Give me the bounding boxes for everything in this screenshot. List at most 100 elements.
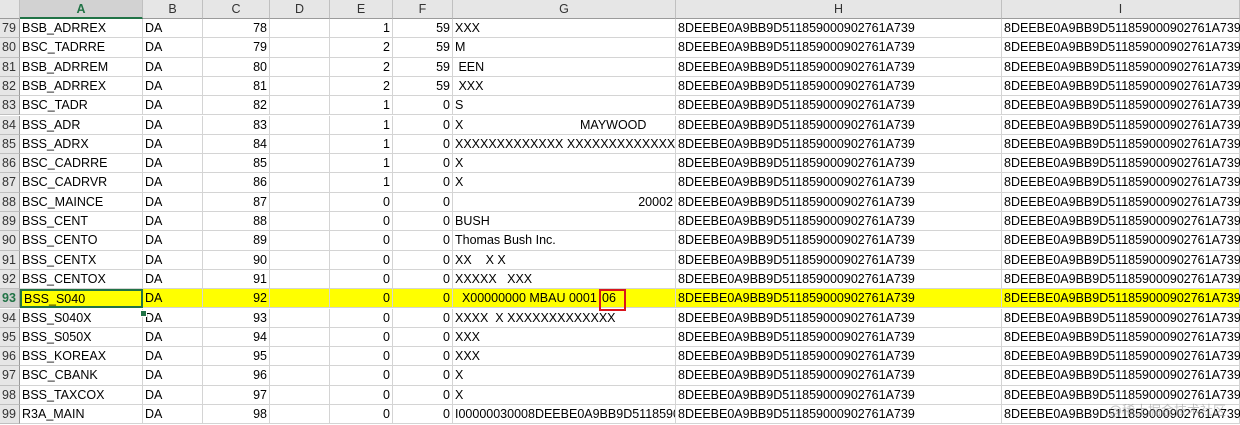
cell-d[interactable] — [270, 308, 330, 328]
cell-d[interactable] — [270, 154, 330, 174]
cell-g[interactable]: XXX — [453, 19, 676, 39]
cell-g[interactable]: X MAYWOOD — [453, 115, 676, 135]
cell-h[interactable]: 8DEEBE0A9BB9D511859000902761A739 — [676, 212, 1002, 232]
cell-i[interactable]: 8DEEBE0A9BB9D511859000902761A739 — [1002, 269, 1240, 290]
cell-g[interactable]: XXXX X XXXXXXXXXXXXX — [453, 308, 676, 328]
column-header-e[interactable]: E — [330, 0, 393, 19]
column-header-h[interactable]: H — [676, 0, 1002, 19]
cell-g[interactable]: S — [453, 96, 676, 116]
cell-a[interactable]: BSS_S040X — [20, 308, 143, 328]
cell-f[interactable]: 0 — [393, 308, 453, 328]
cell-i[interactable]: 8DEEBE0A9BB9D511859000902761A739 — [1002, 154, 1240, 174]
cell-c[interactable]: 79 — [203, 38, 270, 58]
cell-f[interactable]: 0 — [393, 366, 453, 386]
cell-g[interactable]: 20002 — [453, 192, 676, 212]
cell-a[interactable]: BSB_ADRREX — [20, 76, 143, 97]
row-header[interactable]: 93 — [0, 289, 20, 309]
cell-d[interactable] — [270, 57, 330, 77]
cell-f[interactable]: 0 — [393, 154, 453, 174]
cell-a[interactable]: BSS_S050X — [20, 327, 143, 348]
cell-i[interactable]: 8DEEBE0A9BB9D511859000902761A739 — [1002, 173, 1240, 193]
cell-e[interactable]: 1 — [330, 96, 393, 116]
cell-f[interactable]: 0 — [393, 327, 453, 348]
cell-a[interactable]: BSB_ADRREM — [20, 57, 143, 77]
cell-d[interactable] — [270, 115, 330, 135]
cell-d[interactable] — [270, 405, 330, 425]
cell-e[interactable]: 2 — [330, 57, 393, 77]
cell-b[interactable]: DA — [143, 57, 203, 77]
cell-f[interactable]: 0 — [393, 250, 453, 270]
cell-h[interactable]: 8DEEBE0A9BB9D511859000902761A739 — [676, 385, 1002, 405]
cell-b[interactable]: DA — [143, 366, 203, 386]
cell-h[interactable]: 8DEEBE0A9BB9D511859000902761A739 — [676, 250, 1002, 270]
cell-c[interactable]: 93 — [203, 308, 270, 328]
column-header-i[interactable]: I — [1002, 0, 1240, 19]
cell-f[interactable]: 59 — [393, 57, 453, 77]
select-all-corner[interactable] — [0, 0, 20, 19]
row-header[interactable]: 92 — [0, 269, 20, 290]
cell-e[interactable]: 0 — [330, 308, 393, 328]
cell-i[interactable]: 8DEEBE0A9BB9D511859000902761A739 — [1002, 96, 1240, 116]
cell-f[interactable]: 0 — [393, 173, 453, 193]
cell-g[interactable]: XXX — [453, 76, 676, 97]
cell-g[interactable]: I00000030008DEEBE0A9BB9D51185900 — [453, 405, 676, 425]
cell-a[interactable]: BSS_KOREAX — [20, 347, 143, 367]
cell-g[interactable]: XXX — [453, 347, 676, 367]
cell-e[interactable]: 1 — [330, 134, 393, 155]
cell-h[interactable]: 8DEEBE0A9BB9D511859000902761A739 — [676, 327, 1002, 348]
column-header-g[interactable]: G — [453, 0, 676, 19]
cell-d[interactable] — [270, 38, 330, 58]
cell-g[interactable]: EEN — [453, 57, 676, 77]
cell-e[interactable]: 1 — [330, 19, 393, 39]
cell-a[interactable]: BSS_TAXCOX — [20, 385, 143, 405]
cell-h[interactable]: 8DEEBE0A9BB9D511859000902761A739 — [676, 231, 1002, 251]
cell-b[interactable]: DA — [143, 38, 203, 58]
cell-b[interactable]: DA — [143, 347, 203, 367]
cell-c[interactable]: 87 — [203, 192, 270, 212]
cell-a[interactable]: BSC_TADRRE — [20, 38, 143, 58]
row-header[interactable]: 90 — [0, 231, 20, 251]
cell-g[interactable]: X — [453, 385, 676, 405]
cell-c[interactable]: 86 — [203, 173, 270, 193]
cell-b[interactable]: DA — [143, 269, 203, 290]
cell-i[interactable]: 8DEEBE0A9BB9D511859000902761A739 — [1002, 231, 1240, 251]
cell-i[interactable]: 8DEEBE0A9BB9D511859000902761A739 — [1002, 289, 1240, 309]
cell-d[interactable] — [270, 289, 330, 309]
cell-h[interactable]: 8DEEBE0A9BB9D511859000902761A739 — [676, 308, 1002, 328]
cell-a[interactable]: R3A_MAIN — [20, 405, 143, 425]
cell-h[interactable]: 8DEEBE0A9BB9D511859000902761A739 — [676, 366, 1002, 386]
fill-handle[interactable] — [140, 310, 147, 317]
cell-g[interactable]: X — [453, 173, 676, 193]
cell-h[interactable]: 8DEEBE0A9BB9D511859000902761A739 — [676, 269, 1002, 290]
cell-i[interactable]: 8DEEBE0A9BB9D511859000902761A739 — [1002, 76, 1240, 97]
cell-d[interactable] — [270, 366, 330, 386]
cell-i[interactable]: 8DEEBE0A9BB9D511859000902761A739 — [1002, 115, 1240, 135]
cell-c[interactable]: 95 — [203, 347, 270, 367]
column-header-b[interactable]: B — [143, 0, 203, 19]
cell-e[interactable]: 0 — [330, 212, 393, 232]
cell-h[interactable]: 8DEEBE0A9BB9D511859000902761A739 — [676, 134, 1002, 155]
row-header[interactable]: 98 — [0, 385, 20, 405]
cell-f[interactable]: 0 — [393, 192, 453, 212]
cell-i[interactable]: 8DEEBE0A9BB9D511859000902761A739 — [1002, 192, 1240, 212]
cell-e[interactable]: 0 — [330, 192, 393, 212]
row-header[interactable]: 86 — [0, 154, 20, 174]
row-header[interactable]: 81 — [0, 57, 20, 77]
cell-f[interactable]: 0 — [393, 212, 453, 232]
row-header[interactable]: 82 — [0, 76, 20, 97]
cell-i[interactable]: 8DEEBE0A9BB9D511859000902761A739 — [1002, 347, 1240, 367]
cell-c[interactable]: 88 — [203, 212, 270, 232]
row-header[interactable]: 97 — [0, 366, 20, 386]
cell-e[interactable]: 0 — [330, 347, 393, 367]
cell-f[interactable]: 0 — [393, 115, 453, 135]
cell-e[interactable]: 0 — [330, 327, 393, 348]
cell-h[interactable]: 8DEEBE0A9BB9D511859000902761A739 — [676, 173, 1002, 193]
cell-i[interactable]: 8DEEBE0A9BB9D511859000902761A739 — [1002, 134, 1240, 155]
cell-a[interactable]: BSC_MAINCE — [20, 192, 143, 212]
cell-b[interactable]: DA — [143, 173, 203, 193]
cell-b[interactable]: DA — [143, 250, 203, 270]
cell-c[interactable]: 98 — [203, 405, 270, 425]
cell-h[interactable]: 8DEEBE0A9BB9D511859000902761A739 — [676, 347, 1002, 367]
cell-c[interactable]: 85 — [203, 154, 270, 174]
cell-i[interactable]: 8DEEBE0A9BB9D511859000902761A739 — [1002, 57, 1240, 77]
